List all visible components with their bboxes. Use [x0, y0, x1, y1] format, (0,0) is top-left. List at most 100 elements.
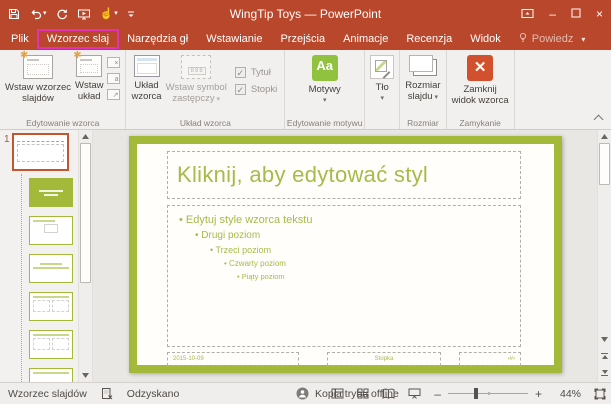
tab-wstawianie[interactable]: Wstawianie — [197, 30, 271, 48]
lightbulb-icon — [518, 32, 528, 46]
customize-qat-icon[interactable] — [127, 9, 135, 19]
group-label: Edytowanie wzorca — [0, 118, 125, 128]
tell-me-box[interactable]: Powiedz — [510, 29, 582, 49]
zoom-out-button[interactable]: – — [434, 387, 441, 401]
tab-animacje[interactable]: Animacje — [334, 30, 397, 48]
tab-widok[interactable]: Widok — [461, 30, 510, 48]
title-placeholder-text: Kliknij, aby edytować styl — [168, 162, 428, 188]
zoom-slider[interactable] — [448, 393, 528, 394]
close-icon[interactable]: × — [596, 8, 603, 20]
save-icon[interactable] — [8, 8, 20, 20]
bullet-level-2: Drugi poziom — [195, 230, 520, 241]
master-layout-button[interactable]: Układwzorca — [129, 53, 163, 115]
slide-surface: Kliknij, aby edytować styl Edytuj style … — [137, 144, 554, 365]
group-label: Układ wzorca — [126, 118, 284, 128]
group-uklad-wzorca: Układwzorca 888 Wstaw symbolzastępczy ▾ … — [126, 50, 285, 129]
group-edytowanie-wzorca: ✱ Wstaw wzorzecslajdów ✱ Wstawukład × a … — [0, 50, 126, 129]
undo-button[interactable]: ▾ — [29, 8, 47, 20]
group-label: Edytowanie motywu — [285, 118, 364, 128]
group-rozmiar: Rozmiarslajdu ▾ Rozmiar — [400, 50, 446, 129]
offline-person-icon — [296, 387, 309, 400]
scroll-up-icon[interactable] — [79, 130, 92, 143]
background-icon — [370, 55, 394, 79]
insert-layout-button[interactable]: ✱ Wstawukład — [73, 53, 106, 115]
group-label: Rozmiar — [400, 118, 445, 128]
zoom-slider-thumb[interactable] — [474, 388, 478, 399]
master-edit-small-buttons: × a ↗ — [105, 53, 122, 100]
collapse-ribbon-button[interactable] — [594, 115, 604, 125]
insert-slide-master-button[interactable]: ✱ Wstaw wzorzecslajdów — [3, 53, 73, 115]
delete-master-icon[interactable]: × — [107, 57, 120, 68]
footer-placeholder[interactable]: Stopka — [327, 352, 441, 366]
thumbnail-two-content-layout[interactable] — [29, 292, 73, 321]
scroll-down-icon[interactable] — [79, 369, 92, 382]
tab-przejscia[interactable]: Przejścia — [271, 30, 334, 48]
footers-checkbox[interactable]: ✓ Stopki — [235, 84, 277, 95]
insert-slide-master-icon: ✱ — [23, 55, 53, 79]
ribbon-display-options-icon[interactable] — [521, 8, 534, 21]
status-bar: Wzorzec slajdów Odzyskano Kopia trybu of… — [0, 382, 611, 404]
thumbnail-section-header-layout[interactable] — [29, 254, 73, 283]
body-placeholder[interactable]: Edytuj style wzorca tekstu Drugi poziom … — [167, 205, 521, 347]
ribbon: ✱ Wstaw wzorzecslajdów ✱ Wstawukład × a … — [0, 50, 611, 130]
tab-recenzja[interactable]: Recenzja — [397, 30, 461, 48]
scrollbar-thumb[interactable] — [80, 143, 91, 283]
fit-to-window-icon[interactable] — [594, 388, 606, 400]
tab-wzorzec-slajdu[interactable]: Wzorzec slaj — [38, 30, 118, 48]
themes-icon: Aa — [312, 55, 338, 81]
proofing-status-icon[interactable] — [101, 387, 113, 400]
layout-tree-connector — [21, 174, 22, 382]
tab-narzedzia-glowne[interactable]: Narzędzia gł — [118, 30, 197, 48]
slidenumber-placeholder[interactable]: ‹#› — [459, 352, 521, 366]
insert-placeholder-button[interactable]: 888 Wstaw symbolzastępczy ▾ — [164, 53, 229, 115]
quick-access-toolbar: ▾ ☝▾ — [8, 8, 135, 20]
thumbnail-content-layout[interactable] — [29, 216, 73, 245]
checkbox-checked-icon: ✓ — [235, 84, 246, 95]
status-left: Wzorzec slajdów Odzyskano — [8, 387, 179, 400]
close-master-view-icon: ✕ — [467, 55, 493, 81]
zoom-in-button[interactable]: + — [535, 387, 542, 401]
scroll-up-icon[interactable] — [598, 130, 611, 143]
minimize-icon[interactable]: – — [549, 8, 556, 20]
background-button[interactable]: Tło ▾ — [368, 53, 396, 115]
thumbnail-title-slide-layout[interactable] — [29, 178, 73, 207]
title-checkbox[interactable]: ✓ Tytuł — [235, 67, 277, 78]
zoom-level-label[interactable]: 44% — [555, 388, 581, 400]
normal-view-icon[interactable] — [331, 388, 344, 399]
thumbnail-scrollbar[interactable] — [78, 130, 93, 382]
group-edytowanie-motywu: Aa Motywy ▾ Edytowanie motywu — [285, 50, 365, 129]
reading-view-icon[interactable] — [382, 388, 395, 399]
scrollbar-thumb[interactable] — [599, 143, 610, 185]
slide-number-label: 1 — [4, 134, 10, 145]
rename-master-icon[interactable]: a — [107, 73, 120, 84]
start-slideshow-icon[interactable] — [77, 8, 91, 20]
powerpoint-window: ▾ ☝▾ WingTip Toys — PowerPoint – × — [0, 0, 611, 404]
main-area: 1 — [0, 130, 611, 382]
maximize-icon[interactable] — [571, 8, 581, 20]
thumbnail-title-only-layout[interactable] — [29, 368, 73, 382]
themes-button[interactable]: Aa Motywy ▾ — [307, 53, 343, 115]
slide-edit-area: Kliknij, aby edytować styl Edytuj style … — [93, 130, 597, 382]
slide-scrollbar[interactable] — [597, 130, 611, 382]
recovered-label[interactable]: Odzyskano — [127, 388, 180, 400]
slideshow-view-icon[interactable] — [408, 388, 421, 399]
group-tlo: Tło ▾ — [365, 50, 400, 129]
previous-slide-button[interactable] — [598, 349, 611, 363]
preserve-master-icon[interactable]: ↗ — [107, 89, 120, 100]
date-placeholder[interactable]: 2015-10-09 — [167, 352, 299, 366]
title-placeholder[interactable]: Kliknij, aby edytować styl — [167, 151, 521, 199]
scroll-down-icon[interactable] — [598, 333, 611, 346]
close-master-view-button[interactable]: ✕ Zamknijwidok wzorca — [450, 53, 511, 115]
touch-mode-icon[interactable]: ☝▾ — [100, 9, 118, 20]
slide-sorter-icon[interactable] — [357, 388, 369, 399]
titlebar: ▾ ☝▾ WingTip Toys — PowerPoint – × — [0, 0, 611, 28]
ribbon-tabs: Plik Wzorzec slaj Narzędzia gł Wstawiani… — [0, 28, 611, 50]
thumbnail-comparison-layout[interactable] — [29, 330, 73, 359]
collapse-tellme-caret[interactable]: ▾ — [581, 35, 609, 44]
redo-icon[interactable] — [56, 8, 68, 20]
tab-plik[interactable]: Plik — [2, 30, 38, 48]
zoom-controls: – + — [434, 387, 542, 401]
slide-size-button[interactable]: Rozmiarslajdu ▾ — [403, 53, 442, 115]
thumbnail-slide-master[interactable] — [12, 133, 69, 171]
next-slide-button[interactable] — [598, 366, 611, 380]
